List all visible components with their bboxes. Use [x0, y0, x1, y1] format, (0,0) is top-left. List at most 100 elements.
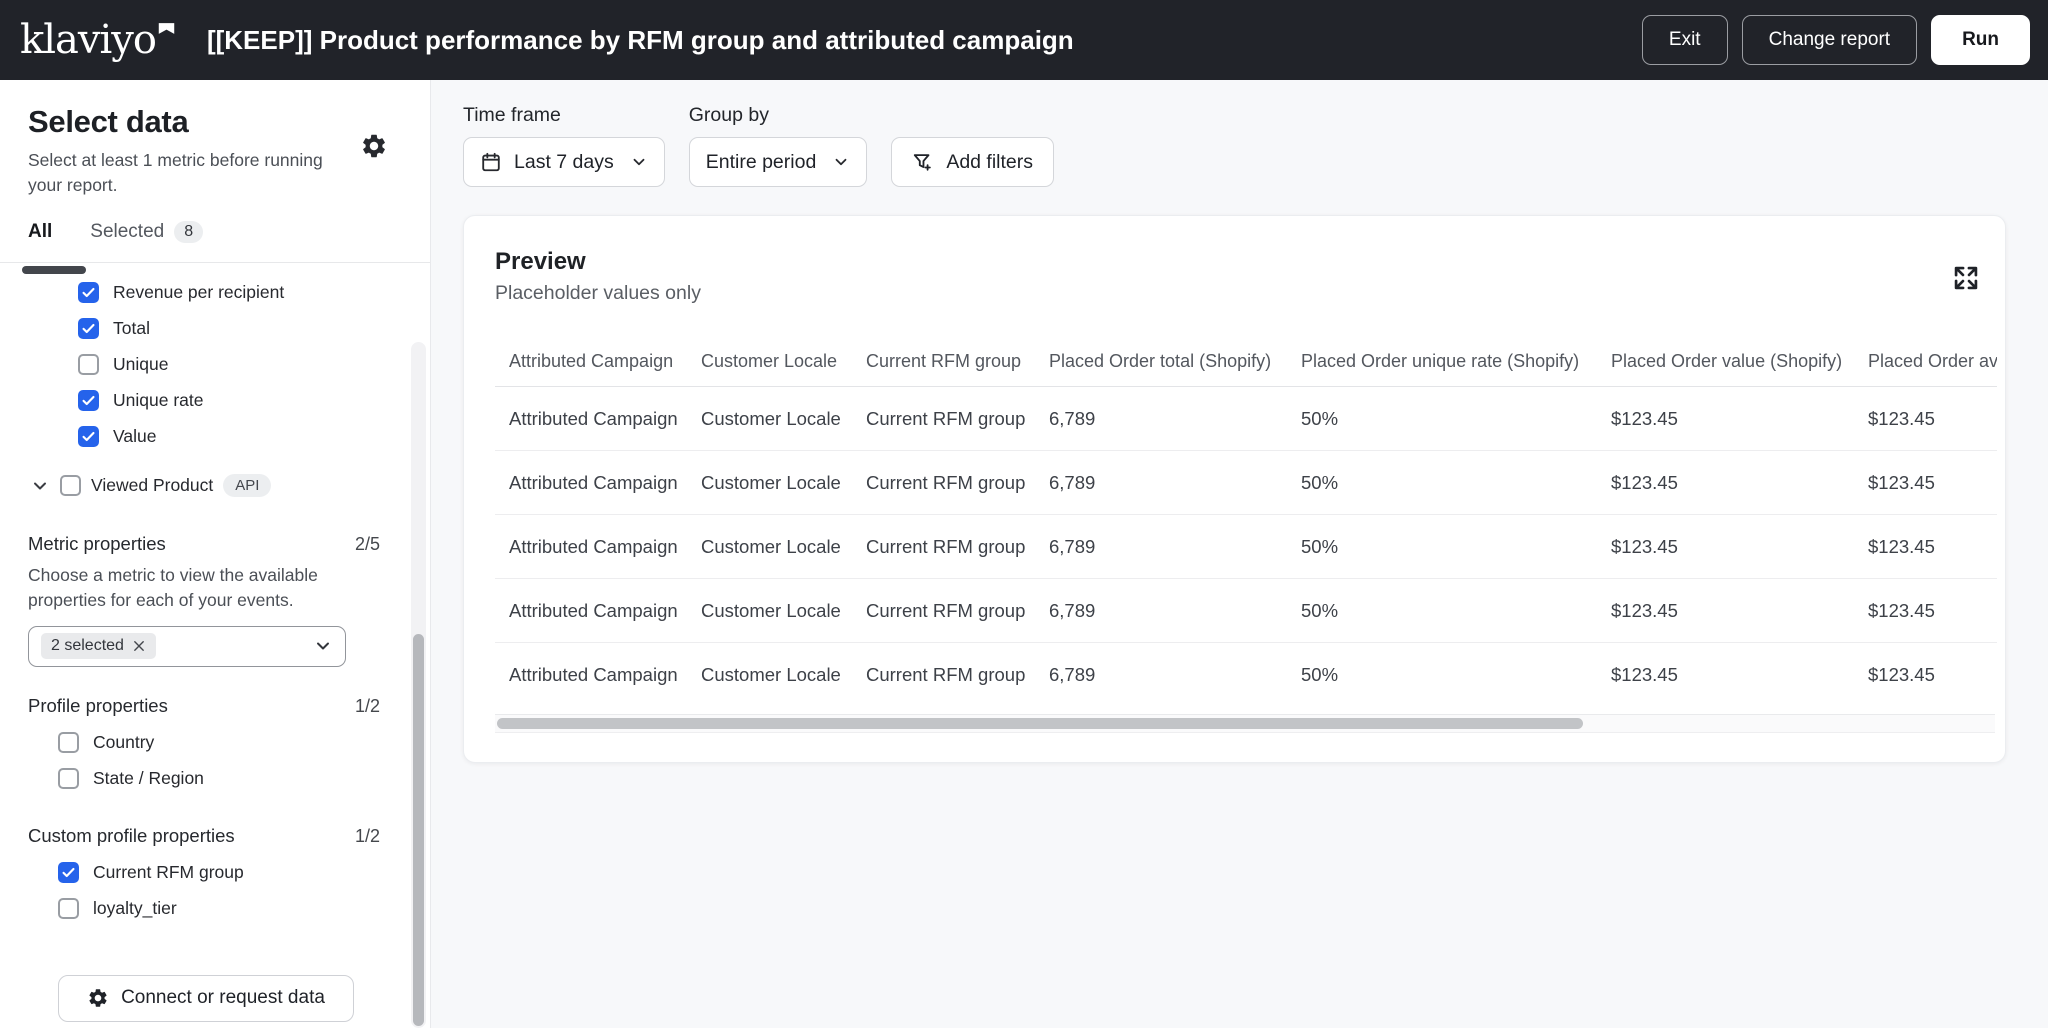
gear-icon[interactable] — [360, 132, 388, 160]
table-cell: Customer Locale — [687, 579, 852, 643]
time-frame-dropdown[interactable]: Last 7 days — [463, 137, 665, 187]
group-by-group: Group by Entire period — [689, 104, 868, 187]
chevron-down-icon[interactable] — [30, 476, 50, 496]
time-frame-value: Last 7 days — [514, 151, 614, 174]
sidebar-scrollbar-thumb[interactable] — [413, 634, 424, 1026]
checkbox[interactable] — [78, 354, 99, 375]
metric-item-label: Unique — [113, 354, 168, 375]
exit-button[interactable]: Exit — [1642, 15, 1728, 65]
table-row: Attributed Campaign Customer Locale Curr… — [495, 515, 1997, 579]
checkmark-icon — [60, 864, 77, 881]
group-by-dropdown[interactable]: Entire period — [689, 137, 868, 187]
expand-preview-button[interactable] — [1949, 262, 1983, 296]
checkbox[interactable] — [58, 732, 79, 753]
profile-properties-list: Country State / Region — [28, 725, 402, 797]
table-cell: $123.45 — [1597, 451, 1854, 515]
section-count: 1/2 — [355, 826, 380, 847]
metric-item-label: Unique rate — [113, 390, 203, 411]
time-frame-group: Time frame Last 7 days — [463, 104, 665, 187]
tab-selected[interactable]: Selected 8 — [90, 219, 203, 243]
tab-all[interactable]: All — [28, 219, 52, 243]
checkbox[interactable] — [78, 282, 99, 303]
selected-count-badge: 8 — [174, 221, 203, 243]
checkbox[interactable] — [78, 318, 99, 339]
topbar-actions: Exit Change report Run — [1642, 15, 2030, 65]
selected-chip: 2 selected — [41, 633, 156, 659]
metric-properties-select[interactable]: 2 selected — [28, 626, 346, 667]
table-horizontal-scrollbar-thumb[interactable] — [497, 718, 1583, 729]
checkbox[interactable] — [58, 768, 79, 789]
sidebar-heading: Select data — [28, 104, 402, 140]
klaviyo-wordmark: klaviyo — [20, 20, 156, 60]
property-item-current-rfm-group[interactable]: Current RFM group — [28, 855, 402, 891]
time-frame-label: Time frame — [463, 104, 665, 127]
metric-item-revenue-per-recipient[interactable]: Revenue per recipient — [28, 275, 402, 311]
table-cell: 6,789 — [1035, 643, 1287, 707]
preview-table-wrapper: Attributed Campaign Customer Locale Curr… — [495, 339, 1997, 707]
column-header: Attributed Campaign — [495, 339, 687, 387]
filter-plus-icon — [912, 151, 934, 173]
connect-or-request-data-button[interactable]: Connect or request data — [58, 975, 354, 1022]
table-cell: $123.45 — [1854, 579, 1997, 643]
table-cell: Customer Locale — [687, 643, 852, 707]
table-cell: $123.45 — [1854, 387, 1997, 451]
property-item-country[interactable]: Country — [28, 725, 402, 761]
metric-item-label: Total — [113, 318, 150, 339]
close-icon[interactable] — [132, 639, 146, 653]
table-cell: 6,789 — [1035, 579, 1287, 643]
table-cell: Customer Locale — [687, 451, 852, 515]
section-title: Profile properties — [28, 695, 168, 717]
run-button[interactable]: Run — [1931, 15, 2030, 65]
report-title: [[KEEP]] Product performance by RFM grou… — [207, 25, 1074, 56]
property-item-label: Country — [93, 732, 154, 753]
metric-item-unique-rate[interactable]: Unique rate — [28, 383, 402, 419]
group-by-value: Entire period — [706, 151, 817, 174]
checkbox[interactable] — [60, 475, 81, 496]
property-item-loyalty-tier[interactable]: loyalty_tier — [28, 891, 402, 927]
table-row: Attributed Campaign Customer Locale Curr… — [495, 579, 1997, 643]
select-data-sidebar: Select data Select at least 1 metric bef… — [0, 80, 431, 1028]
expand-icon — [1952, 264, 1980, 292]
table-cell: $123.45 — [1597, 515, 1854, 579]
table-cell: $123.45 — [1854, 643, 1997, 707]
metric-item-label: Revenue per recipient — [113, 282, 284, 303]
connect-button-label: Connect or request data — [121, 987, 325, 1009]
chevron-down-icon — [832, 153, 850, 171]
metric-item-unique[interactable]: Unique — [28, 347, 402, 383]
property-item-label: Current RFM group — [93, 862, 244, 883]
property-item-label: loyalty_tier — [93, 898, 177, 919]
preview-card: Preview Placeholder values only Attribut… — [463, 215, 2006, 763]
sidebar-scrollbar-track[interactable] — [411, 342, 426, 1028]
table-cell: Attributed Campaign — [495, 451, 687, 515]
checkbox[interactable] — [78, 390, 99, 411]
column-header: Current RFM group — [852, 339, 1035, 387]
table-header-row: Attributed Campaign Customer Locale Curr… — [495, 339, 1997, 387]
change-report-button[interactable]: Change report — [1742, 15, 1917, 65]
table-cell: $123.45 — [1597, 387, 1854, 451]
property-item-state-region[interactable]: State / Region — [28, 761, 402, 797]
table-cell: 6,789 — [1035, 451, 1287, 515]
table-cell: Current RFM group — [852, 451, 1035, 515]
property-item-label: State / Region — [93, 768, 204, 789]
chevron-down-icon — [313, 636, 333, 656]
table-cell: $123.45 — [1597, 579, 1854, 643]
checkbox[interactable] — [78, 426, 99, 447]
add-filters-label: Add filters — [946, 151, 1033, 174]
sidebar-tabs: All Selected 8 — [0, 219, 431, 263]
section-count: 2/5 — [355, 534, 380, 555]
tab-selected-label: Selected — [90, 221, 164, 243]
preview-table: Attributed Campaign Customer Locale Curr… — [495, 339, 1997, 707]
metric-properties-header: Metric properties 2/5 — [28, 533, 380, 555]
metric-item-value[interactable]: Value — [28, 419, 402, 455]
add-filters-button[interactable]: Add filters — [891, 137, 1054, 187]
metric-item-total[interactable]: Total — [28, 311, 402, 347]
calendar-icon — [480, 151, 502, 173]
selected-chip-label: 2 selected — [51, 637, 124, 655]
table-cell: Current RFM group — [852, 387, 1035, 451]
table-horizontal-scrollbar[interactable] — [495, 714, 1995, 733]
table-row: Attributed Campaign Customer Locale Curr… — [495, 387, 1997, 451]
column-header: Placed Order unique rate (Shopify) — [1287, 339, 1597, 387]
checkbox[interactable] — [58, 862, 79, 883]
checkbox[interactable] — [58, 898, 79, 919]
table-row: Attributed Campaign Customer Locale Curr… — [495, 643, 1997, 707]
